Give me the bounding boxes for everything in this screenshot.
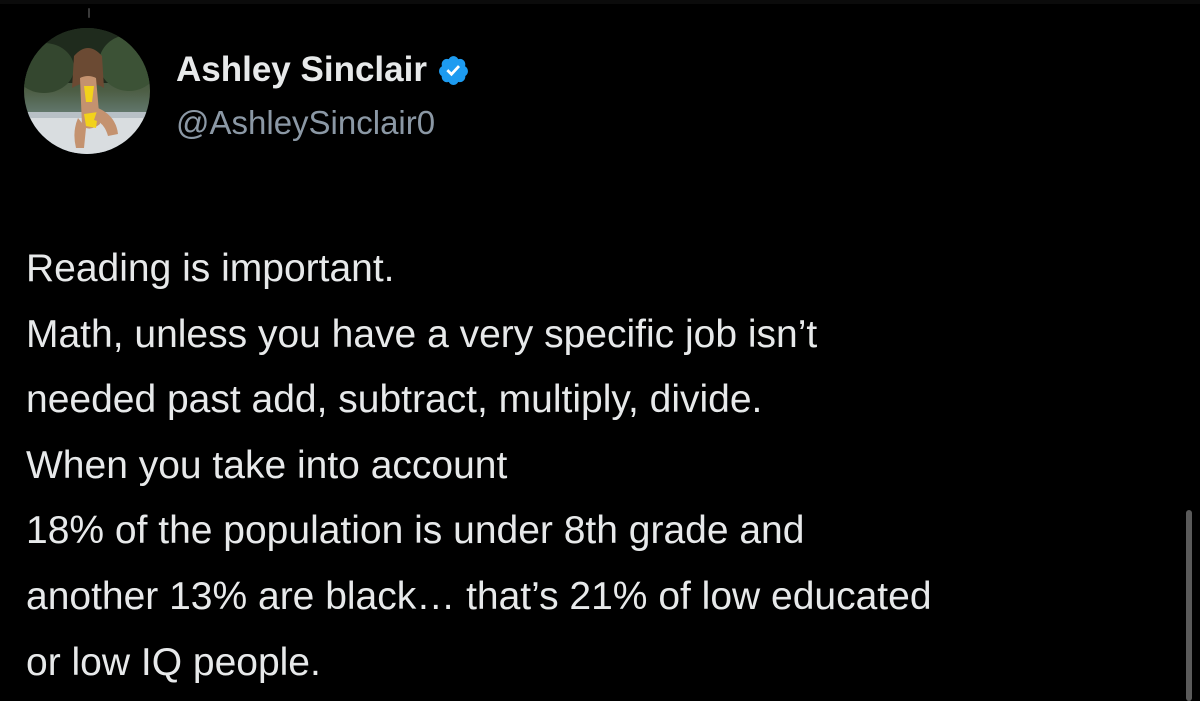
tweet-header: Ashley Sinclair @AshleySinclair0	[24, 28, 1174, 160]
scroll-indicator	[88, 8, 90, 18]
tweet-text: Reading is important. Math, unless you h…	[26, 236, 1166, 695]
scrollbar[interactable]	[1186, 510, 1192, 701]
tweet-text-line: or low IQ people.	[26, 640, 321, 684]
avatar-image	[24, 28, 150, 154]
tweet-text-line: needed past add, subtract, multiply, div…	[26, 378, 763, 422]
author-name-row: Ashley Sinclair	[176, 48, 470, 92]
avatar[interactable]	[24, 28, 150, 154]
tweet-text-line: When you take into account	[26, 443, 508, 487]
tweet-text-line: another 13% are black… that’s 21% of low…	[26, 574, 932, 618]
verified-badge-icon[interactable]	[437, 54, 470, 87]
tweet-text-line: Math, unless you have a very specific jo…	[26, 312, 818, 356]
tweet-text-line: 18% of the population is under 8th grade…	[26, 509, 805, 553]
tweet-text-line: Reading is important.	[26, 247, 395, 290]
author-handle[interactable]: @AshleySinclair0	[176, 104, 435, 142]
top-edge-divider	[0, 0, 1200, 4]
author-display-name[interactable]: Ashley Sinclair	[176, 50, 427, 90]
